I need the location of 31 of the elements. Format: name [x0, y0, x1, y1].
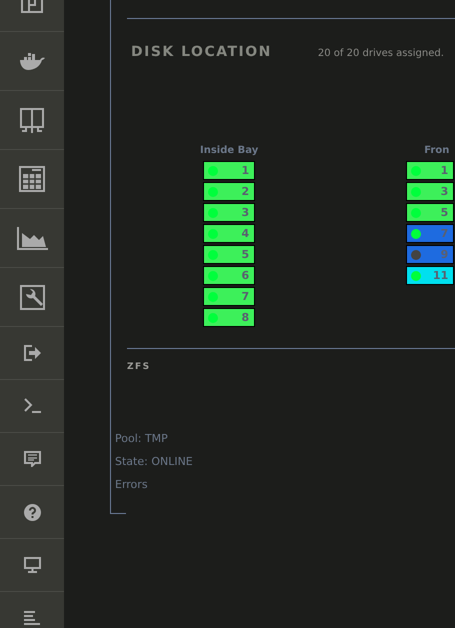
bay-label: Inside Bay	[200, 145, 258, 156]
drive-slot[interactable]: 2	[203, 182, 256, 201]
drive-slot[interactable]: 3	[203, 203, 256, 222]
drive-slot[interactable]: 11	[406, 266, 454, 285]
two-monitors-icon[interactable]	[19, 107, 45, 133]
pool-info: Pool: TMP	[115, 431, 169, 447]
chat-icon[interactable]	[24, 451, 40, 467]
grid-icon[interactable]	[19, 166, 45, 192]
drive-slot[interactable]: 3	[406, 182, 454, 201]
exit-icon[interactable]	[24, 345, 40, 361]
drive-slot[interactable]: 1	[406, 161, 454, 180]
drive-slot[interactable]: 5	[406, 203, 454, 222]
pool-info: Errors	[115, 477, 149, 493]
drive-slot[interactable]: 1	[203, 161, 256, 180]
help-icon[interactable]	[24, 504, 40, 520]
whale-icon[interactable]	[19, 52, 45, 70]
section-title: DISK LOCATION	[131, 44, 272, 60]
pool-info: State: ONLINE	[115, 454, 193, 470]
drive-slot[interactable]: 6	[203, 266, 256, 285]
section-title: ZFS	[127, 362, 151, 372]
area-chart-icon[interactable]	[16, 226, 48, 250]
terminal-icon[interactable]	[24, 398, 40, 414]
lines-icon[interactable]	[24, 610, 40, 626]
drive-slot[interactable]: 7	[203, 287, 256, 306]
bay-label: Fron	[424, 145, 450, 156]
wrench-icon[interactable]	[20, 284, 44, 310]
monitor-icon[interactable]	[24, 557, 40, 573]
drive-summary: 20 of 20 drives assigned.	[318, 48, 444, 59]
drive-slot[interactable]: 8	[203, 308, 256, 327]
drive-slot[interactable]: 5	[203, 245, 256, 264]
drive-slot[interactable]: 4	[203, 224, 256, 243]
